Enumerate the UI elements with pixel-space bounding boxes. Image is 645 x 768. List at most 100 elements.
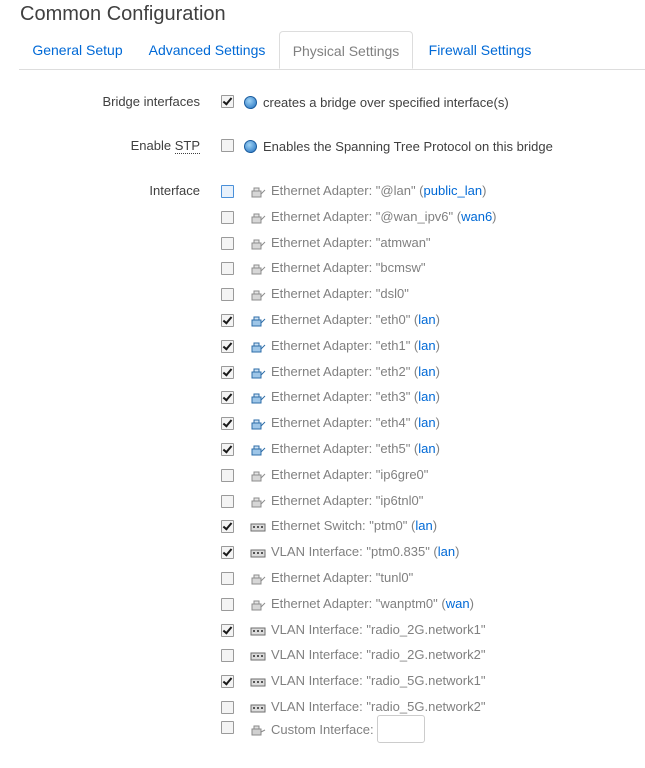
interface-row: Ethernet Adapter: "@wan_ipv6" (wan6) [0,208,645,228]
network-link[interactable]: lan [418,364,435,379]
interface-row: VLAN Interface: "radio_2G.network1" [0,621,645,641]
network-link[interactable]: public_lan [424,183,483,198]
interface-checkbox[interactable] [221,366,234,379]
interface-checkbox[interactable] [221,675,234,688]
enable-stp-label-prefix: Enable [130,138,175,153]
interface-row: VLAN Interface: "radio_5G.network2" [0,698,645,718]
interface-name: Ethernet Adapter: "tunl0" [271,570,414,585]
interface-checkbox[interactable] [221,185,234,198]
network-link[interactable]: lan [418,338,435,353]
interface-checkbox[interactable] [221,598,234,611]
interface-row: Ethernet Adapter: "eth4" (lan) [0,414,645,434]
interface-row: Ethernet Adapter: "bcmsw" [0,259,645,279]
network-suffix: ) [469,596,474,611]
network-link[interactable]: lan [418,415,435,430]
ethernet-icon [250,572,266,586]
interface-checkbox[interactable] [221,546,234,559]
tab-general-setup[interactable]: General Setup [19,31,136,69]
interface-row: Ethernet Adapter: "wanptm0" (wan) [0,595,645,615]
network-suffix: ) [455,544,460,559]
network-suffix: ) [435,389,440,404]
interface-checkbox[interactable] [221,288,234,301]
interface-checkbox[interactable] [221,340,234,353]
network-suffix: ) [482,183,487,198]
interface-name: VLAN Interface: "ptm0.835" ( [271,544,438,559]
bridge-interfaces-checkbox[interactable] [221,95,234,108]
interface-checkbox[interactable] [221,649,234,662]
interface-name: Ethernet Adapter: "eth2" ( [271,364,419,379]
interface-checkbox[interactable] [221,391,234,404]
tab-firewall-settings[interactable]: Firewall Settings [413,31,547,69]
interface-name: Ethernet Adapter: "eth0" ( [271,312,419,327]
network-link[interactable]: lan [415,518,432,533]
interface-checkbox[interactable] [221,211,234,224]
ethernet-icon [250,443,266,457]
interface-name: Ethernet Adapter: "ip6gre0" [271,467,429,482]
interface-checkbox[interactable] [221,443,234,456]
network-link[interactable]: lan [418,441,435,456]
network-link[interactable]: lan [418,389,435,404]
enable-stp-help: Enables the Spanning Tree Protocol on th… [263,139,553,154]
enable-stp-checkbox[interactable] [221,139,234,152]
page-title: Common Configuration [20,3,226,25]
interface-label-text: Ethernet Adapter: "eth5" (lan) [271,441,440,456]
interface-row: Ethernet Adapter: "eth1" (lan) [0,337,645,357]
network-link[interactable]: lan [438,544,455,559]
custom-interface-checkbox[interactable] [221,721,234,734]
interface-row: VLAN Interface: "ptm0.835" (lan) [0,543,645,563]
ethernet-icon [250,366,266,380]
network-link[interactable]: lan [418,312,435,327]
interface-row: Ethernet Adapter: "dsl0" [0,285,645,305]
interface-name: Ethernet Adapter: "eth3" ( [271,389,419,404]
interface-checkbox[interactable] [221,572,234,585]
interface-label-text: Ethernet Adapter: "wanptm0" (wan) [271,596,474,611]
ethernet-icon [250,314,266,328]
switch-icon [250,520,266,534]
custom-interface-label: Custom Interface: [271,722,374,737]
bridge-interfaces-label: Bridge interfaces [102,94,200,109]
interface-checkbox[interactable] [221,520,234,533]
switch-icon [250,675,266,689]
custom-interface-input[interactable] [377,715,425,743]
ethernet-icon [250,211,266,225]
interface-label-text: VLAN Interface: "ptm0.835" (lan) [271,544,459,559]
interface-row: Ethernet Adapter: "atmwan" [0,234,645,254]
interface-checkbox[interactable] [221,701,234,714]
interface-label-text: Ethernet Adapter: "eth2" (lan) [271,364,440,379]
ethernet-icon [250,598,266,612]
network-link[interactable]: wan6 [461,209,492,224]
interface-checkbox[interactable] [221,495,234,508]
interface-name: Ethernet Adapter: "eth4" ( [271,415,419,430]
interface-name: Ethernet Adapter: "@lan" ( [271,183,424,198]
enable-stp-label: Enable STP [0,138,200,154]
ethernet-icon [250,237,266,251]
interface-label-text: Ethernet Adapter: "dsl0" [271,286,409,301]
interface-name: Ethernet Adapter: "eth5" ( [271,441,419,456]
ethernet-icon [250,724,266,738]
ethernet-icon [250,417,266,431]
interface-checkbox[interactable] [221,417,234,430]
interface-checkbox[interactable] [221,314,234,327]
interface-label-text: VLAN Interface: "radio_5G.network1" [271,673,485,688]
interface-name: Ethernet Adapter: "bcmsw" [271,260,426,275]
tab-advanced-settings[interactable]: Advanced Settings [136,31,278,69]
interface-name: Ethernet Adapter: "eth1" ( [271,338,419,353]
tab-physical-settings[interactable]: Physical Settings [279,31,413,69]
interface-label-text: Ethernet Adapter: "tunl0" [271,570,413,585]
switch-icon [250,649,266,663]
network-suffix: ) [435,441,440,456]
interface-name: VLAN Interface: "radio_2G.network2" [271,647,486,662]
interface-row: Ethernet Switch: "ptm0" (lan) [0,517,645,537]
interface-name: VLAN Interface: "radio_5G.network2" [271,699,486,714]
interface-checkbox[interactable] [221,624,234,637]
switch-icon [250,624,266,638]
network-suffix: ) [435,415,440,430]
interface-checkbox[interactable] [221,237,234,250]
interface-checkbox[interactable] [221,469,234,482]
tab-bar: General Setup Advanced Settings Physical… [19,31,645,70]
network-link[interactable]: wan [446,596,470,611]
interface-row: Ethernet Adapter: "eth2" (lan) [0,363,645,383]
interface-row: Ethernet Adapter: "eth3" (lan) [0,388,645,408]
interface-checkbox[interactable] [221,262,234,275]
bridge-interfaces-help: creates a bridge over specified interfac… [263,95,509,110]
